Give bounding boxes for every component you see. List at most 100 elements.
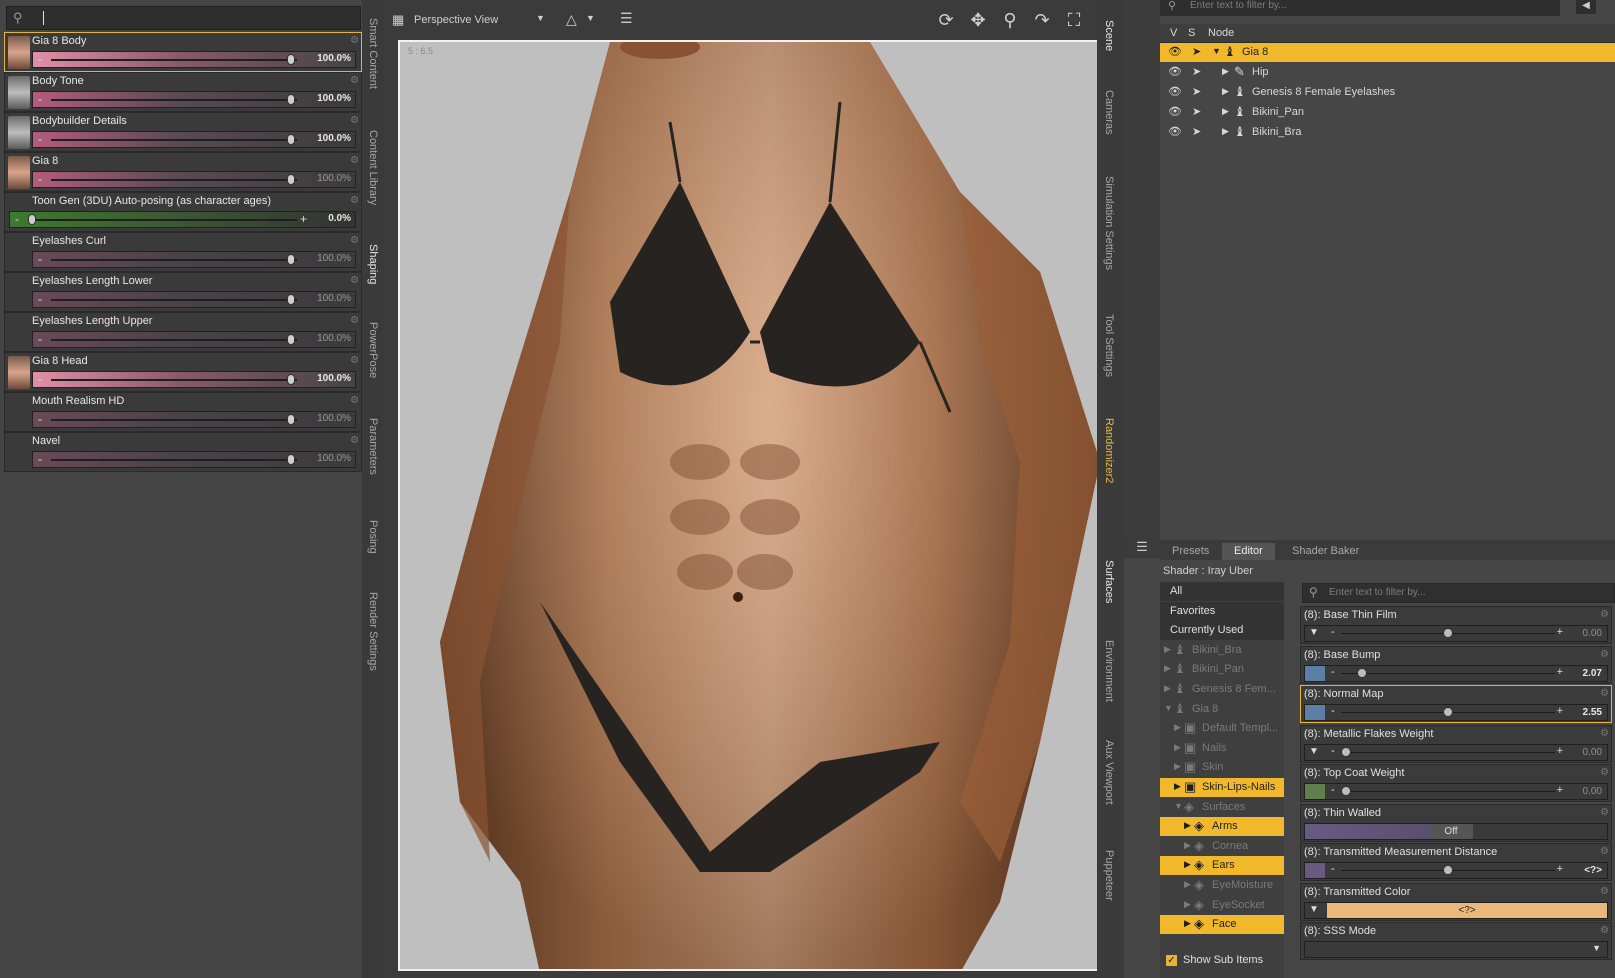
plus-icon[interactable]: + [1557,784,1563,796]
slider-knob[interactable] [287,174,295,185]
gear-icon[interactable]: ⚙ [350,435,359,446]
surface-tree-item[interactable]: ▼ ♝ Gia 8 [1160,700,1284,719]
slider-knob[interactable] [287,414,295,425]
minus-icon[interactable]: - [38,172,42,186]
visibility-eye-icon[interactable]: 👁 [1168,45,1182,58]
visible-column-header[interactable]: V [1170,27,1177,39]
surface-filter-item[interactable]: Favorites [1160,601,1284,621]
expand-arrow-right-icon[interactable]: ▶ [1184,918,1191,929]
plus-icon[interactable]: + [1557,705,1563,717]
morph-slider[interactable]: - 100.0% [32,251,356,268]
select-cursor-icon[interactable]: ➤ [1192,105,1201,118]
property-control[interactable]: - +2.55 [1304,704,1608,721]
morph-slider[interactable]: - +0.0% [9,211,356,228]
surface-property[interactable]: (8): Normal Map ⚙ - +2.55 [1300,685,1612,723]
tab-content-library[interactable]: Content Library [367,130,379,205]
property-value[interactable]: 0.00 [1583,786,1602,797]
visibility-eye-icon[interactable]: 👁 [1168,105,1182,118]
expand-arrow-right-icon[interactable]: ▶ [1164,663,1171,674]
surface-tree-item[interactable]: ▶ ♝ Bikini_Bra [1160,641,1284,660]
minus-icon[interactable]: - [38,332,42,346]
minus-icon[interactable]: - [1331,666,1335,678]
morph-slider[interactable]: - 100.0% [32,291,356,308]
color-swatch[interactable] [1305,665,1325,681]
morph-row[interactable]: Mouth Realism HD - 100.0% ⚙ [4,392,362,432]
gear-icon[interactable]: ⚙ [350,235,359,246]
property-control[interactable]: - +2.07 [1304,664,1608,682]
surface-tree-item[interactable]: ▼ ◈ Surfaces [1160,798,1284,817]
minus-icon[interactable]: - [1331,745,1335,757]
draw-style-icon[interactable]: △ [566,11,577,28]
expand-arrow-down-icon[interactable]: ▼ [1174,801,1183,811]
tab-cameras[interactable]: Cameras [1103,90,1115,135]
chevron-down-icon[interactable]: ▼ [586,13,595,23]
property-control[interactable]: ▼ <?> [1304,901,1608,919]
surface-property[interactable]: (8): Base Thin Film ⚙ ▼ - +0.00 [1300,606,1612,644]
morph-value[interactable]: 100.0% [317,133,351,144]
property-value[interactable]: 2.55 [1583,707,1602,718]
show-sub-items-checkbox[interactable]: ✓ Show Sub Items [1166,954,1263,966]
morph-row[interactable]: Gia 8 Head - 100.0% ⚙ [4,352,362,392]
surface-tree-item[interactable]: ▶ ▣ Skin-Lips-Nails [1160,778,1284,797]
view-layout-icon[interactable]: ▦ [392,12,404,28]
gear-icon[interactable]: ⚙ [350,155,359,166]
morph-row[interactable]: Bodybuilder Details - 100.0% ⚙ [4,112,362,152]
property-filter-input[interactable]: ⚲ Enter text to filter by... [1302,583,1615,603]
morph-value[interactable]: 0.0% [328,213,351,224]
gear-icon[interactable]: ⚙ [350,115,359,126]
viewport-menu-icon[interactable]: ☰ [620,10,633,27]
minus-icon[interactable]: - [1331,626,1335,638]
map-dropdown[interactable]: ▼ [1305,626,1325,641]
arrow-left-icon[interactable]: ◀ [1576,0,1596,14]
visibility-eye-icon[interactable]: 👁 [1168,65,1182,78]
morph-row[interactable]: Navel - 100.0% ⚙ [4,432,362,472]
gear-icon[interactable]: ⚙ [350,75,359,86]
minus-icon[interactable]: - [38,92,42,106]
color-value[interactable]: <?> [1327,902,1607,918]
expand-arrow-right-icon[interactable]: ▶ [1174,781,1181,792]
property-control[interactable]: - + <?> [1304,862,1608,879]
surface-filter-item[interactable]: All [1160,582,1284,601]
morph-row[interactable]: Gia 8 - 100.0% ⚙ [4,152,362,192]
minus-icon[interactable]: - [15,212,19,226]
slider-knob[interactable] [1443,628,1453,638]
expand-arrow-right-icon[interactable]: ▶ [1164,644,1171,655]
gear-icon[interactable]: ⚙ [350,395,359,406]
3d-viewport[interactable] [398,40,1122,971]
select-cursor-icon[interactable]: ➤ [1192,45,1201,58]
toggle-off-button[interactable]: Off [1429,823,1473,839]
map-dropdown[interactable]: ▼ [1305,744,1325,760]
minus-icon[interactable]: - [1331,705,1335,717]
surface-tree-item[interactable]: ▶ ◈ Face [1160,915,1284,935]
surface-property[interactable]: (8): Top Coat Weight ⚙ - +0.00 [1300,764,1612,802]
morph-row[interactable]: Eyelashes Length Upper - 100.0% ⚙ [4,312,362,352]
tab-aux-viewport[interactable]: Aux Viewport [1103,740,1115,805]
surfaces-menu-icon[interactable]: ☰ [1124,536,1160,558]
slider-knob[interactable] [287,334,295,345]
tab-randomizer2[interactable]: Randomizer2 [1103,418,1115,483]
gear-icon[interactable]: ⚙ [1600,846,1609,857]
select-cursor-icon[interactable]: ➤ [1192,125,1201,138]
tab-powerpose[interactable]: PowerPose [367,322,379,378]
surface-tree-item[interactable]: ▶ ▣ Nails [1160,739,1284,758]
gear-icon[interactable]: ⚙ [1600,688,1609,699]
orbit-icon[interactable]: ⟳ [934,8,958,32]
shaping-search-input[interactable]: ⚲ [6,6,361,30]
tab-editor[interactable]: Editor [1222,543,1275,560]
gear-icon[interactable]: ⚙ [1600,767,1609,778]
gear-icon[interactable]: ⚙ [350,35,359,46]
morph-slider[interactable]: - 100.0% [32,331,356,348]
slider-knob[interactable] [287,54,295,65]
scene-filter-input[interactable]: ⚲ Enter text to filter by... [1160,0,1560,16]
expand-arrow-right-icon[interactable]: ▶ [1184,859,1191,870]
morph-value[interactable]: 100.0% [317,293,351,304]
expand-arrow-right-icon[interactable]: ▶ [1184,840,1191,851]
view-name-select[interactable]: Perspective View [414,14,498,26]
surface-tree-item[interactable]: ▶ ◈ Cornea [1160,837,1284,856]
slider-knob[interactable] [1357,667,1368,678]
tab-smart-content[interactable]: Smart Content [367,18,379,89]
morph-row[interactable]: Eyelashes Curl - 100.0% ⚙ [4,232,362,272]
slider-knob[interactable] [287,94,295,105]
color-swatch[interactable] [1305,863,1325,878]
tab-surfaces[interactable]: Surfaces [1103,560,1115,603]
